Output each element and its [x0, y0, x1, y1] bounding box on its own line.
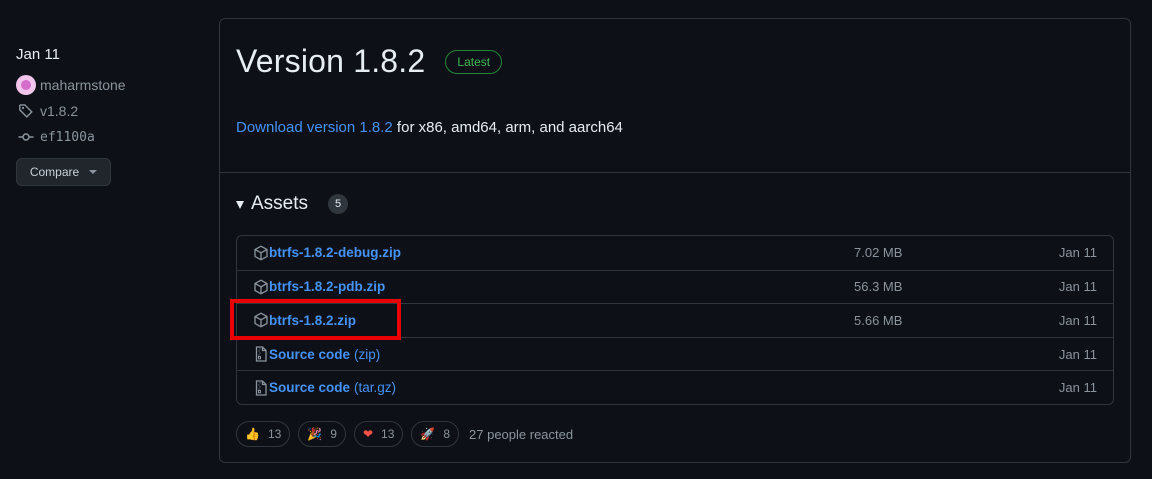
package-icon — [253, 245, 269, 261]
release-description: Download version 1.8.2 for x86, amd64, a… — [236, 119, 623, 136]
chevron-down-icon — [89, 170, 98, 174]
asset-name[interactable]: btrfs-1.8.2-pdb.zip — [269, 279, 385, 294]
file-zip-icon — [253, 346, 269, 362]
latest-badge: Latest — [445, 49, 503, 74]
tada-icon: 🎉 — [307, 427, 323, 441]
source-code-label[interactable]: Source code — [269, 380, 350, 395]
release-header: Version 1.8.2 Latest — [236, 43, 503, 80]
asset-row[interactable]: btrfs-1.8.2-debug.zip 7.02 MB Jan 11 — [237, 236, 1113, 270]
reaction-count: 9 — [330, 427, 337, 441]
tag-row[interactable]: v1.8.2 — [16, 100, 206, 122]
source-code-format[interactable]: (tar.gz) — [354, 380, 396, 395]
reaction-tada[interactable]: 🎉 9 — [298, 421, 346, 447]
reaction-count: 8 — [443, 427, 451, 441]
asset-name[interactable]: Source code (zip) — [269, 347, 380, 362]
source-code-label[interactable]: Source code — [269, 347, 350, 362]
asset-date: Jan 11 — [1058, 279, 1097, 295]
compare-label: Compare — [29, 165, 80, 179]
release-date: Jan 11 — [16, 46, 60, 63]
release-meta: Jan 11 maharmstone v1.8.2 ef1100a Compar… — [16, 44, 206, 186]
asset-size: 5.66 MB — [854, 312, 903, 328]
assets-title: Assets — [251, 193, 309, 214]
tag-label[interactable]: v1.8.2 — [40, 103, 78, 119]
reaction-count: 13 — [267, 427, 282, 441]
triangle-down-icon — [236, 201, 244, 209]
assets-toggle[interactable]: Assets 5 — [236, 193, 349, 215]
download-suffix: for x86, amd64, arm, and aarch64 — [392, 119, 623, 136]
author-name[interactable]: maharmstone — [40, 77, 126, 93]
tag-icon — [16, 101, 36, 121]
reaction-rocket[interactable]: 🚀 8 — [411, 421, 460, 447]
asset-size: 56.3 MB — [854, 279, 903, 295]
assets-count-badge: 5 — [328, 194, 349, 214]
commit-hash[interactable]: ef1100a — [40, 130, 95, 145]
highlight-box — [230, 299, 401, 340]
asset-date: Jan 11 — [1058, 346, 1097, 362]
download-link[interactable]: Download version 1.8.2 — [236, 119, 393, 136]
reaction-thumbs-up[interactable]: 👍 13 — [236, 421, 291, 447]
commit-icon — [16, 127, 36, 147]
compare-button[interactable]: Compare — [16, 158, 111, 186]
file-zip-icon — [253, 380, 269, 396]
asset-row[interactable]: Source code (zip) Jan 11 — [237, 336, 1113, 371]
asset-date: Jan 11 — [1058, 312, 1097, 328]
divider — [220, 172, 1130, 173]
release-card: Version 1.8.2 Latest Download version 1.… — [219, 18, 1131, 463]
release-title[interactable]: Version 1.8.2 — [236, 43, 425, 80]
asset-date: Jan 11 — [1058, 245, 1097, 261]
heart-icon: ❤ — [362, 427, 374, 441]
reaction-count: 13 — [381, 427, 395, 441]
asset-name[interactable]: Source code (tar.gz) — [269, 380, 396, 395]
asset-name[interactable]: btrfs-1.8.2-debug.zip — [269, 245, 401, 260]
thumbs-up-icon: 👍 — [245, 427, 260, 441]
asset-row[interactable]: Source code (tar.gz) Jan 11 — [237, 370, 1113, 404]
asset-date: Jan 11 — [1058, 380, 1097, 396]
reacted-summary[interactable]: 27 people reacted — [469, 427, 573, 442]
reactions-bar: 👍 13 🎉 9 ❤ 13 🚀 8 27 people reacted — [236, 421, 573, 447]
asset-size: 7.02 MB — [854, 245, 903, 261]
rocket-icon: 🚀 — [420, 427, 436, 441]
author-row[interactable]: maharmstone — [16, 74, 206, 96]
source-code-format[interactable]: (zip) — [354, 347, 380, 362]
commit-row[interactable]: ef1100a — [16, 126, 206, 148]
avatar[interactable] — [16, 75, 36, 95]
reaction-heart[interactable]: ❤ 13 — [353, 421, 404, 447]
package-icon — [253, 279, 269, 295]
